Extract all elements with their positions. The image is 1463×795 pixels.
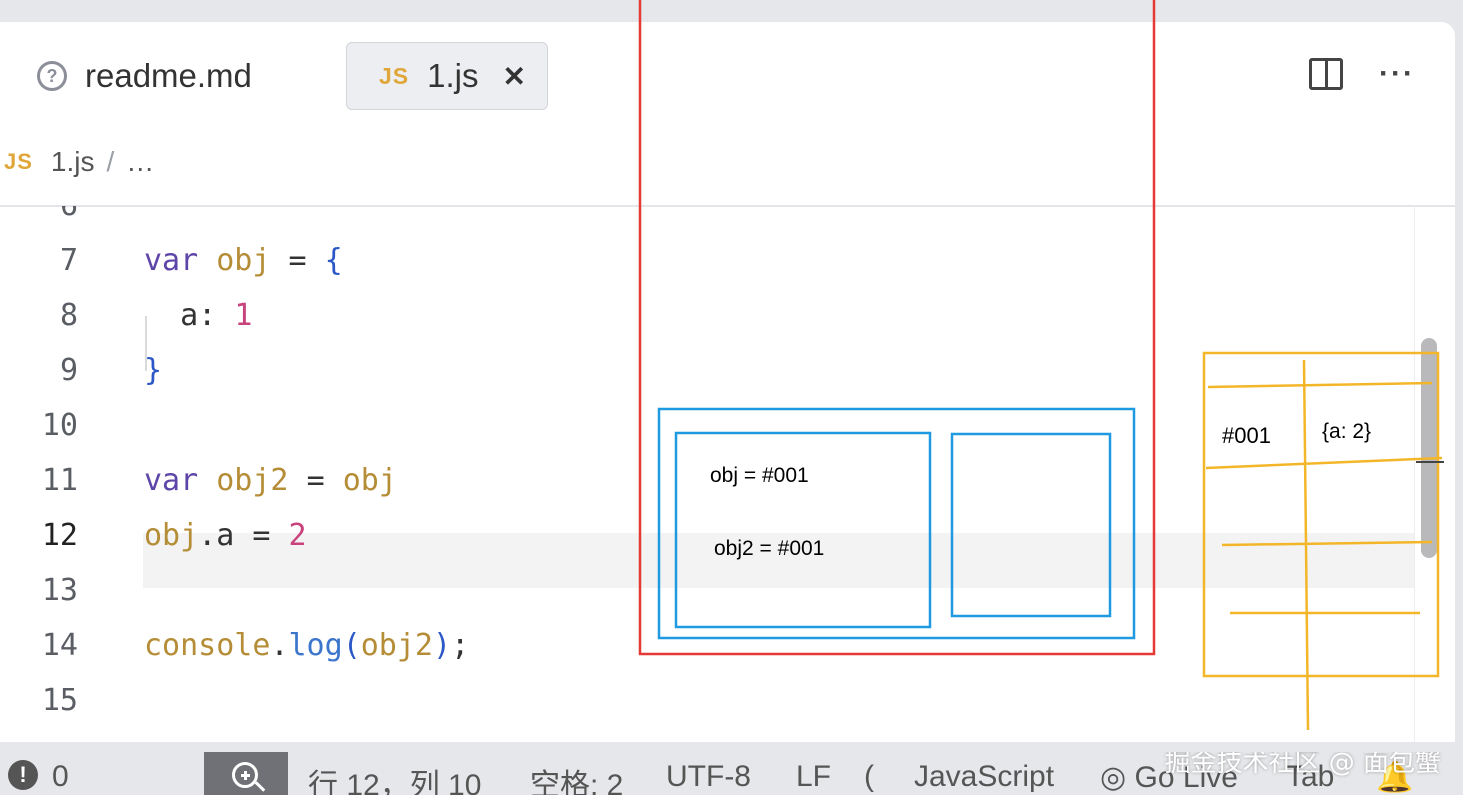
dot: . <box>270 628 289 663</box>
braces-icon[interactable]: ( <box>864 760 874 794</box>
tab-1-js[interactable]: JS 1.js ✕ <box>346 42 548 110</box>
breadcrumb-file[interactable]: 1.js <box>51 146 95 178</box>
identifier: obj2 <box>360 628 433 663</box>
line-ending[interactable]: LF <box>796 760 831 794</box>
paren: ) <box>433 628 452 663</box>
number-literal: 1 <box>234 298 253 333</box>
line-number: 11 <box>41 463 78 498</box>
tab-bar: ? readme.md JS 1.js ✕ ··· <box>0 22 1455 132</box>
keyword: var <box>144 463 199 498</box>
status-bar: ! 0 行 12，列 10 空格: 2 UTF-8 LF ( JavaScript… <box>0 752 1463 795</box>
zoom-in-icon <box>232 762 258 788</box>
heap-value-label: {a: 2} <box>1322 420 1372 443</box>
language-mode[interactable]: JavaScript <box>914 760 1054 794</box>
encoding[interactable]: UTF-8 <box>666 760 751 794</box>
property-key: a: <box>180 298 217 333</box>
line-number: 6 <box>0 206 78 223</box>
split-editor-icon[interactable] <box>1309 58 1344 90</box>
stack-obj-label: obj = #001 <box>710 464 809 487</box>
identifier: obj <box>144 518 199 553</box>
line-number: 8 <box>59 298 78 333</box>
line-number: 14 <box>41 628 78 663</box>
tab-label: 1.js <box>427 57 479 94</box>
identifier: console <box>144 628 271 663</box>
line-number: 12 <box>41 518 78 553</box>
operator: = <box>252 518 271 553</box>
zoom-button[interactable] <box>204 752 288 795</box>
question-circle-icon: ? <box>37 61 67 91</box>
operator: = <box>306 463 325 498</box>
line-number: 10 <box>41 408 78 443</box>
number-literal: 2 <box>288 518 307 553</box>
breadcrumb: JS 1.js / … <box>0 142 154 182</box>
identifier: obj2 <box>216 463 289 498</box>
line-number: 15 <box>41 683 78 718</box>
identifier: obj <box>342 463 397 498</box>
brace: { <box>324 243 343 278</box>
code-editor[interactable]: 6 7 var obj = { 8 a: 1 9 } 10 11 var obj… <box>0 206 1415 742</box>
stack-obj2-label: obj2 = #001 <box>714 537 825 560</box>
line-number: 13 <box>41 573 78 608</box>
breadcrumb-more[interactable]: … <box>126 146 154 178</box>
minimap-track <box>1414 206 1415 742</box>
indentation[interactable]: 空格: 2 <box>530 760 623 795</box>
error-count: 0 <box>52 760 69 793</box>
paren: ( <box>342 628 361 663</box>
more-actions-icon[interactable]: ··· <box>1379 59 1415 89</box>
close-icon[interactable]: ✕ <box>503 60 526 93</box>
keyword: var <box>144 243 199 278</box>
semicolon: ; <box>451 628 470 663</box>
line-number: 7 <box>59 243 78 278</box>
js-icon: JS <box>4 149 33 174</box>
identifier: obj <box>216 243 271 278</box>
breadcrumb-separator: / <box>106 146 115 177</box>
heap-address-label: #001 <box>1222 423 1271 448</box>
operator: = <box>288 243 307 278</box>
brace: } <box>144 353 163 388</box>
cursor-position[interactable]: 行 12，列 10 <box>308 760 481 795</box>
error-icon: ! <box>8 760 38 790</box>
zoom-in-icon-handle <box>254 781 266 792</box>
line-number: 9 <box>59 353 78 388</box>
watermark: 掘金技术社区 @ 面包蟹 <box>1164 752 1441 778</box>
editor-actions: ··· <box>1309 58 1415 90</box>
tab-label: readme.md <box>85 57 252 94</box>
js-icon: JS <box>379 62 410 89</box>
problems-indicator[interactable]: ! 0 <box>8 760 69 794</box>
scrollbar-thumb[interactable] <box>1421 338 1437 558</box>
tab-readme[interactable]: ? readme.md <box>30 42 252 110</box>
broadcast-icon: ◎ <box>1100 761 1127 794</box>
editor-window: ? readme.md JS 1.js ✕ ··· JS 1.js / … 6 … <box>0 22 1455 742</box>
function-name: log <box>288 628 343 663</box>
property-access: .a <box>198 518 235 553</box>
